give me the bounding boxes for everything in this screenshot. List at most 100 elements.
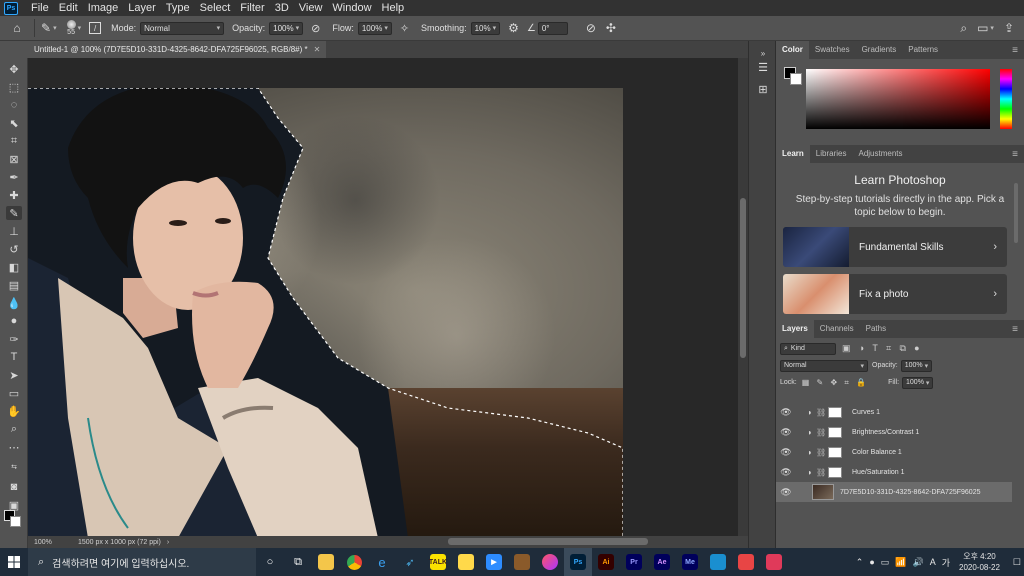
color-picker-field[interactable] bbox=[806, 69, 990, 129]
filter-type-icon[interactable]: T bbox=[872, 343, 878, 353]
filter-pixel-icon[interactable]: ▣ bbox=[842, 343, 851, 353]
tab-channels[interactable]: Channels bbox=[814, 320, 860, 338]
gradient-tool-icon[interactable]: ▤ bbox=[6, 278, 22, 292]
visibility-eye-icon[interactable]: 👁 bbox=[778, 487, 794, 498]
layer-mask-thumbnail[interactable] bbox=[828, 446, 842, 458]
history-panel-icon[interactable]: ☰ bbox=[755, 59, 771, 75]
mode-select[interactable]: Normal ▾ bbox=[140, 21, 225, 35]
dodge-tool-icon[interactable]: ● bbox=[6, 314, 22, 328]
layer-opacity-field[interactable]: 100% ▾ bbox=[900, 359, 933, 372]
marquee-tool-icon[interactable]: ⬚ bbox=[6, 80, 22, 94]
swap-colors-icon[interactable]: ⇆ bbox=[6, 460, 22, 474]
filter-smart-icon[interactable]: ⧉ bbox=[899, 343, 905, 353]
layer-row-brightness-contrast[interactable]: 👁 ◑ ⛓ Brightness/Contrast 1 bbox=[776, 422, 1012, 442]
layer-row-hue-saturation[interactable]: 👁 ◑ ⛓ Hue/Saturation 1 bbox=[776, 462, 1012, 482]
layer-mask-thumbnail[interactable] bbox=[828, 466, 842, 478]
horizontal-scrollbar[interactable] bbox=[448, 538, 648, 545]
network-icon[interactable]: 📶 bbox=[895, 557, 906, 568]
layer-mask-thumbnail[interactable] bbox=[828, 426, 842, 438]
chevron-down-icon[interactable]: ▾ bbox=[990, 24, 994, 32]
tab-adjustments[interactable]: Adjustments bbox=[852, 145, 908, 163]
document-tab[interactable]: Untitled-1 @ 100% (7D7E5D10-331D-4325-86… bbox=[28, 41, 327, 58]
notifications-center-icon[interactable]: ☐ bbox=[1013, 557, 1021, 568]
close-icon[interactable]: ✕ bbox=[314, 45, 321, 54]
background-color-swatch[interactable] bbox=[10, 516, 21, 527]
lock-artboard-icon[interactable]: ⌗ bbox=[844, 378, 849, 387]
brush-tool-icon[interactable]: ✎ bbox=[6, 206, 22, 220]
language-label[interactable]: 가 bbox=[942, 556, 950, 569]
quick-mask-icon[interactable]: ◙ bbox=[6, 480, 22, 494]
menu-view[interactable]: View bbox=[294, 0, 328, 16]
airbrush-icon[interactable]: ✧ bbox=[400, 22, 409, 35]
volume-icon[interactable]: 🔊 bbox=[912, 557, 923, 568]
type-tool-icon[interactable]: T bbox=[6, 350, 22, 364]
menu-layer[interactable]: Layer bbox=[123, 0, 161, 16]
eyedropper-tool-icon[interactable]: ✒ bbox=[6, 170, 22, 184]
notification-icon[interactable]: ● bbox=[869, 557, 874, 567]
learn-card-fix-a-photo[interactable]: Fix a photo › bbox=[783, 274, 1007, 314]
menu-select[interactable]: Select bbox=[195, 0, 236, 16]
brush-tool-preset-icon[interactable]: ✎ bbox=[41, 21, 51, 35]
history-brush-tool-icon[interactable]: ↺ bbox=[6, 242, 22, 256]
chevron-down-icon[interactable]: ▾ bbox=[53, 24, 57, 32]
lock-transparent-icon[interactable]: ▦ bbox=[802, 378, 810, 387]
tab-paths[interactable]: Paths bbox=[860, 320, 892, 338]
zoom-app-icon[interactable]: ▶ bbox=[480, 548, 508, 576]
kind-filter-select[interactable]: ⌕ Kind bbox=[780, 342, 836, 355]
sticky-notes-icon[interactable] bbox=[452, 548, 480, 576]
menu-type[interactable]: Type bbox=[161, 0, 195, 16]
eraser-tool-icon[interactable]: ◧ bbox=[6, 260, 22, 274]
game-app-icon[interactable] bbox=[508, 548, 536, 576]
after-effects-taskbar-icon[interactable]: Ae bbox=[648, 548, 676, 576]
stamp-tool-icon[interactable]: ⊥ bbox=[6, 224, 22, 238]
brush-settings-icon[interactable]: / bbox=[89, 22, 102, 34]
menu-help[interactable]: Help bbox=[377, 0, 410, 16]
rectangle-tool-icon[interactable]: ▭ bbox=[6, 386, 22, 400]
task-view-icon[interactable]: ⧉ bbox=[284, 548, 312, 576]
gear-icon[interactable]: ⚙ bbox=[508, 21, 519, 35]
menu-window[interactable]: Window bbox=[327, 0, 376, 16]
quick-select-tool-icon[interactable]: ⬉ bbox=[6, 116, 22, 130]
blend-mode-select[interactable]: Normal ▾ bbox=[780, 359, 868, 372]
premiere-taskbar-icon[interactable]: Pr bbox=[620, 548, 648, 576]
properties-panel-icon[interactable]: ⊞ bbox=[755, 81, 771, 97]
layer-row-curves[interactable]: 👁 ◑ ⛓ Curves 1 bbox=[776, 402, 1012, 422]
pen-tool-icon[interactable]: ✑ bbox=[6, 332, 22, 346]
panel-menu-icon[interactable]: ≡ bbox=[1012, 45, 1018, 56]
hand-tool-icon[interactable]: ✋ bbox=[6, 404, 22, 418]
hue-slider[interactable] bbox=[1000, 69, 1012, 129]
panel-menu-icon[interactable]: ≡ bbox=[1012, 149, 1018, 160]
app-icon-pink[interactable] bbox=[760, 548, 788, 576]
layer-mask-thumbnail[interactable] bbox=[828, 406, 842, 418]
smoothing-field[interactable]: 10% ▾ bbox=[470, 21, 501, 35]
ime-mode-label[interactable]: A bbox=[930, 557, 936, 567]
scrollbar-thumb[interactable] bbox=[740, 198, 746, 358]
frame-tool-icon[interactable]: ⊠ bbox=[6, 152, 22, 166]
lock-all-icon[interactable]: 🔒 bbox=[856, 378, 866, 387]
battery-icon[interactable]: ▭ bbox=[881, 557, 890, 568]
vertical-scrollbar[interactable] bbox=[738, 58, 748, 536]
camera-app-icon[interactable] bbox=[536, 548, 564, 576]
chrome-icon[interactable] bbox=[340, 548, 368, 576]
cortana-icon[interactable]: ○ bbox=[256, 548, 284, 576]
visibility-eye-icon[interactable]: 👁 bbox=[778, 407, 794, 418]
fill-field[interactable]: 100% ▾ bbox=[902, 376, 934, 389]
layer-row-image[interactable]: 👁 7D7E5D10-331D-4325-8642-DFA725F96025 bbox=[776, 482, 1012, 502]
lock-position-icon[interactable]: ✥ bbox=[830, 378, 837, 387]
move-tool-icon[interactable]: ✥ bbox=[6, 62, 22, 76]
file-explorer-icon[interactable] bbox=[312, 548, 340, 576]
chevron-up-icon[interactable]: ⌃ bbox=[856, 557, 864, 568]
chevron-down-icon[interactable]: ▾ bbox=[78, 24, 82, 32]
edge-icon[interactable]: e bbox=[368, 548, 396, 576]
kakaotalk-icon[interactable]: TALK bbox=[424, 548, 452, 576]
pressure-opacity-icon[interactable]: ⊘ bbox=[311, 22, 320, 35]
canvas-area[interactable] bbox=[28, 58, 748, 536]
tab-swatches[interactable]: Swatches bbox=[809, 41, 856, 59]
visibility-eye-icon[interactable]: 👁 bbox=[778, 427, 794, 438]
tab-learn[interactable]: Learn bbox=[776, 145, 810, 163]
filter-adjustment-icon[interactable]: ◑ bbox=[859, 343, 864, 353]
tab-color[interactable]: Color bbox=[776, 41, 809, 59]
menu-image[interactable]: Image bbox=[83, 0, 124, 16]
workspace-icon[interactable]: ▭ bbox=[977, 21, 988, 35]
background-color-swatch[interactable] bbox=[790, 73, 802, 85]
